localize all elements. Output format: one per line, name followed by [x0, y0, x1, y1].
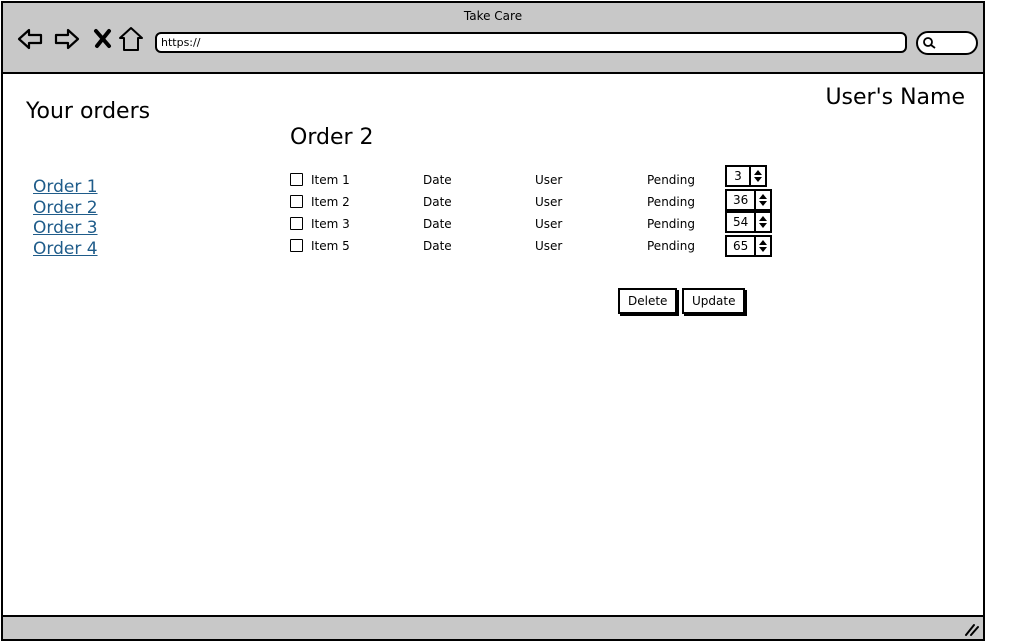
quantity-stepper[interactable]: 65 — [725, 235, 773, 257]
search-icon — [923, 37, 936, 49]
item-name: Item 2 — [311, 195, 350, 209]
order-list: Order 1 Order 2 Order 3 Order 4 — [33, 177, 98, 259]
order-link-3[interactable]: Order 3 — [33, 218, 98, 239]
order-title: Order 2 — [290, 125, 374, 150]
item-name: Item 5 — [311, 239, 350, 253]
search-box[interactable] — [916, 31, 978, 55]
close-icon[interactable] — [89, 25, 117, 53]
order-link-1[interactable]: Order 1 — [33, 177, 98, 198]
item-status: Pending — [647, 217, 695, 231]
item-checkbox[interactable] — [290, 195, 303, 208]
quantity-value: 54 — [733, 215, 749, 229]
stepper-arrows-icon[interactable] — [754, 237, 770, 255]
resize-grip-icon[interactable] — [963, 622, 979, 636]
page-heading: Your orders — [26, 99, 151, 124]
item-checkbox[interactable] — [290, 239, 303, 252]
item-status: Pending — [647, 195, 695, 209]
stepper-arrows-icon[interactable] — [749, 167, 765, 185]
quantity-stepper[interactable]: 36 — [725, 189, 773, 211]
item-checkbox[interactable] — [290, 173, 303, 186]
stepper-arrows-icon[interactable] — [754, 191, 770, 209]
order-link-2[interactable]: Order 2 — [33, 198, 98, 219]
forward-icon[interactable] — [53, 25, 81, 53]
quantity-stepper[interactable]: 54 — [725, 211, 773, 233]
back-icon[interactable] — [16, 25, 44, 53]
item-user: User — [535, 195, 563, 209]
item-date: Date — [423, 195, 452, 209]
browser-statusbar — [3, 615, 983, 639]
item-user: User — [535, 217, 563, 231]
item-status: Pending — [647, 239, 695, 253]
item-date: Date — [423, 217, 452, 231]
delete-button[interactable]: Delete — [618, 288, 678, 314]
window-title: Take Care — [463, 9, 523, 23]
browser-titlebar: Take Care https:// — [3, 3, 983, 74]
item-status: Pending — [647, 173, 695, 187]
item-name: Item 1 — [311, 173, 350, 187]
quantity-value: 3 — [734, 169, 742, 183]
item-checkbox[interactable] — [290, 217, 303, 230]
item-user: User — [535, 173, 563, 187]
stepper-arrows-icon[interactable] — [754, 213, 770, 231]
item-date: Date — [423, 173, 452, 187]
item-name: Item 3 — [311, 217, 350, 231]
browser-window: Take Care https:// Your orders User's Na… — [1, 1, 985, 641]
home-icon[interactable] — [117, 25, 145, 53]
order-link-4[interactable]: Order 4 — [33, 239, 98, 260]
update-button[interactable]: Update — [682, 288, 746, 314]
user-name[interactable]: User's Name — [825, 85, 965, 110]
url-input[interactable]: https:// — [155, 32, 907, 53]
quantity-value: 36 — [733, 193, 749, 207]
quantity-value: 65 — [733, 239, 749, 253]
item-date: Date — [423, 239, 452, 253]
quantity-stepper[interactable]: 3 — [725, 165, 767, 187]
item-user: User — [535, 239, 563, 253]
